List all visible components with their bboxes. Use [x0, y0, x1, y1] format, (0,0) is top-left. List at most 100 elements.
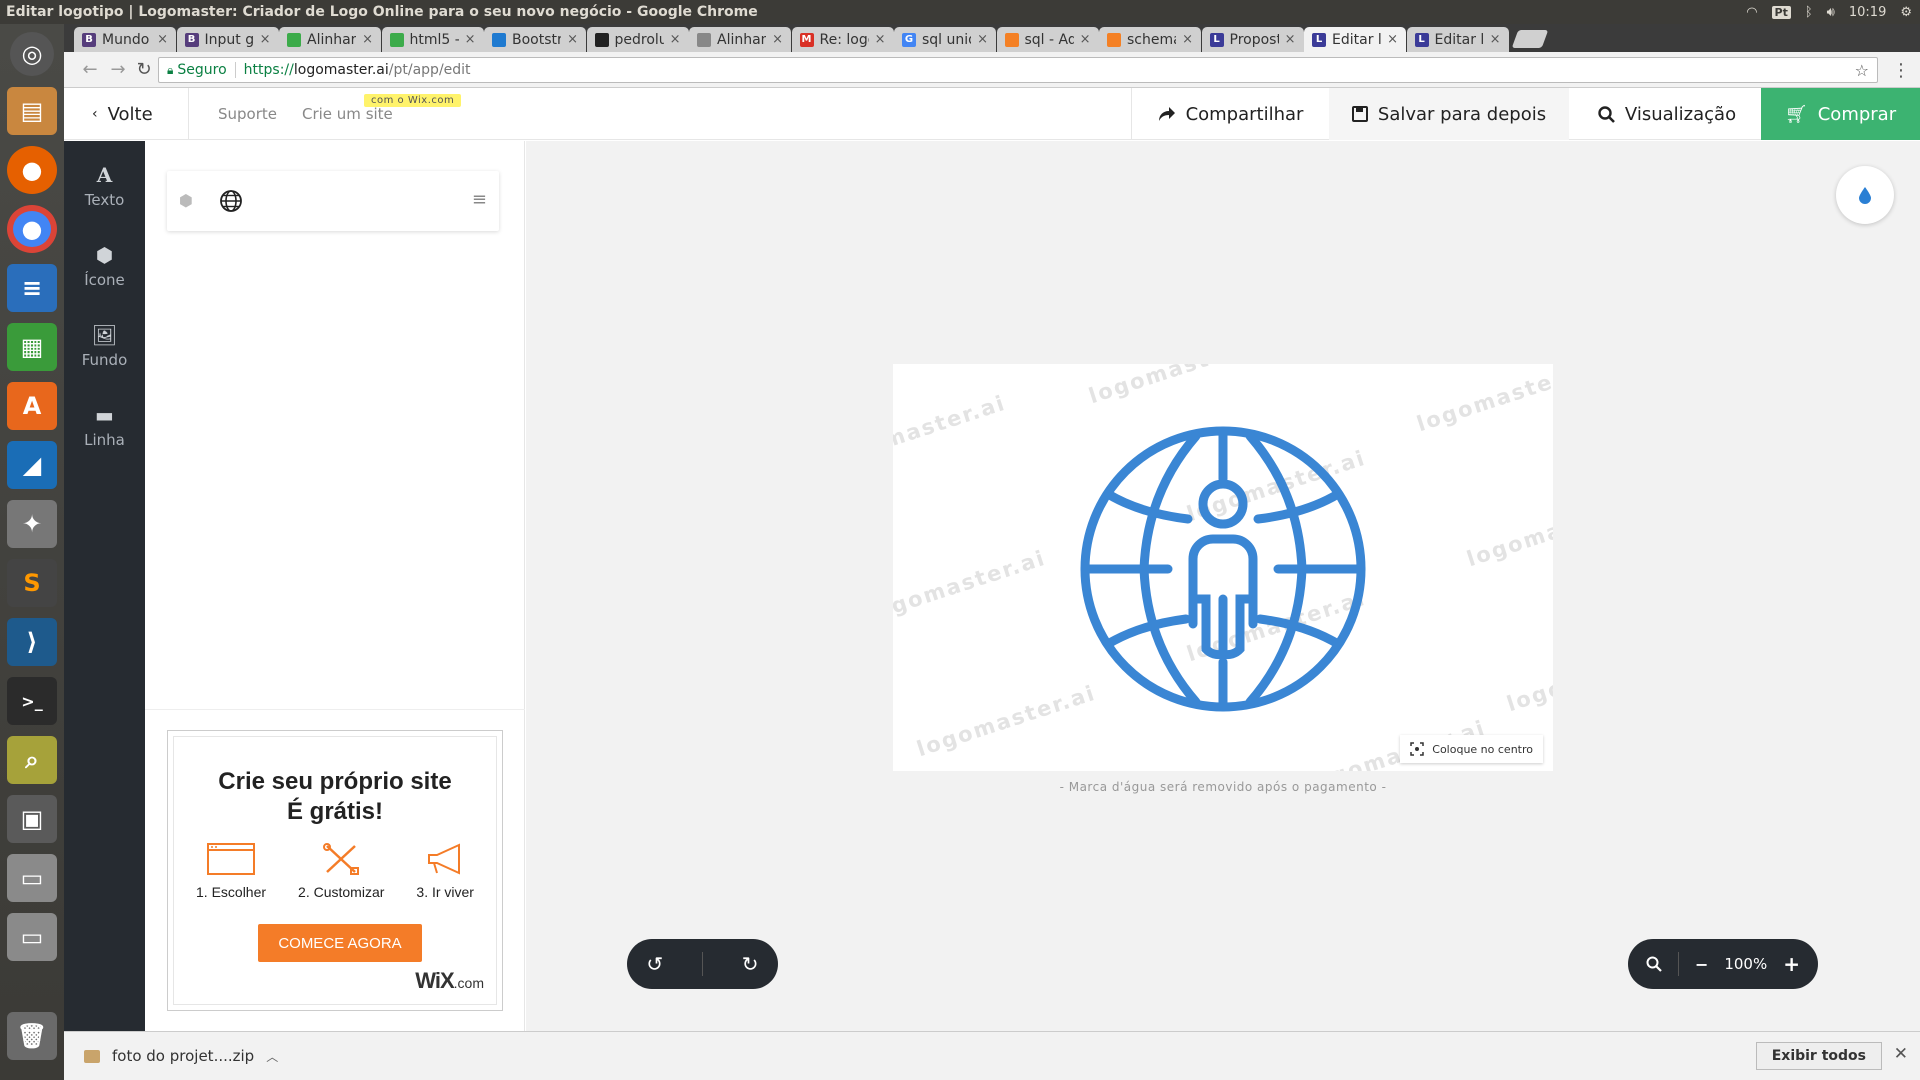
- download-item[interactable]: foto do projet....zip ︿: [84, 1032, 278, 1080]
- start-now-button[interactable]: COMECE AGORA: [258, 924, 422, 962]
- share-button[interactable]: Compartilhar: [1131, 88, 1329, 140]
- globe-person-icon[interactable]: [219, 189, 243, 217]
- wifi-icon[interactable]: ◠: [1746, 5, 1757, 20]
- tab-close-icon[interactable]: ×: [1490, 32, 1501, 47]
- tab-4[interactable]: html5 - C ×: [381, 27, 484, 52]
- tab-close-icon[interactable]: ×: [465, 32, 476, 47]
- watermark: logomaster.ai: [893, 390, 1009, 472]
- tool-icon[interactable]: ⬢ Ícone: [64, 243, 145, 289]
- tab-close-icon[interactable]: ×: [260, 32, 271, 47]
- chrome-menu-icon[interactable]: ⋮: [1892, 60, 1910, 81]
- chrome-icon[interactable]: ●: [7, 205, 57, 253]
- watermark: logomaster.ai: [913, 680, 1099, 762]
- writer-icon[interactable]: ≡: [7, 264, 57, 312]
- tab-label: Editar log: [1434, 31, 1484, 48]
- forward-arrow-icon[interactable]: →: [104, 59, 132, 80]
- tab-11[interactable]: schema b ×: [1099, 27, 1201, 52]
- image-viewer-icon[interactable]: ⌕: [7, 736, 57, 784]
- clock[interactable]: 10:19: [1849, 5, 1886, 20]
- tab-close-icon[interactable]: ×: [362, 32, 373, 47]
- wix-ad-banner[interactable]: Crie seu próprio site É grátis! 1. Escol…: [167, 730, 503, 1011]
- tab-9[interactable]: Gsql uniqu ×: [894, 27, 996, 52]
- show-all-button[interactable]: Exibir todos: [1755, 1042, 1882, 1070]
- tab-close-icon[interactable]: ×: [1285, 32, 1296, 47]
- tab-close-icon[interactable]: ×: [670, 32, 681, 47]
- tab-label: Mundo A: [102, 31, 151, 48]
- workspace-switcher-icon[interactable]: ▣: [7, 795, 57, 843]
- redo-icon[interactable]: ↻: [742, 952, 759, 976]
- trash-icon[interactable]: 🗑︎: [7, 1012, 57, 1060]
- editor-canvas[interactable]: logomaster.ai logomaster.ai logomaster.a…: [526, 141, 1920, 1031]
- calc-icon[interactable]: ▦: [7, 323, 57, 371]
- tab-6[interactable]: pedroluc ×: [586, 27, 689, 52]
- ubuntu-dash-icon[interactable]: ◎: [10, 32, 54, 76]
- tool-background[interactable]: 🖼︎ Fundo: [64, 323, 145, 369]
- zoom-out-icon[interactable]: −: [1695, 955, 1708, 974]
- zoom-search-icon[interactable]: [1646, 956, 1662, 972]
- tab-8[interactable]: M Re: logon ×: [791, 27, 894, 52]
- reload-icon[interactable]: ↻: [130, 59, 158, 80]
- tab-close-icon[interactable]: ×: [772, 32, 783, 47]
- tab-close-icon[interactable]: ×: [157, 32, 168, 47]
- bookmark-star-icon[interactable]: ☆: [1855, 61, 1869, 80]
- center-button[interactable]: Coloque no centro: [1400, 735, 1543, 763]
- vscode-icon[interactable]: ⟩: [7, 618, 57, 666]
- tab-close-icon[interactable]: ×: [977, 32, 988, 47]
- tab-2[interactable]: B Input gro ×: [176, 27, 279, 52]
- tool-line[interactable]: ▬ Linha: [64, 403, 145, 449]
- undo-icon[interactable]: ↺: [646, 952, 663, 976]
- chevron-left-icon: ‹: [92, 106, 98, 122]
- hamburger-menu-icon[interactable]: ≡: [472, 189, 487, 210]
- cube-icon[interactable]: ⬢: [179, 191, 193, 210]
- tab-close-icon[interactable]: ×: [1182, 32, 1193, 47]
- logo-artboard[interactable]: logomaster.ai logomaster.ai logomaster.a…: [893, 364, 1553, 771]
- sublime-text-icon[interactable]: S: [7, 559, 57, 607]
- tab-close-icon[interactable]: ×: [1080, 32, 1091, 47]
- preview-button[interactable]: Visualização: [1569, 88, 1765, 140]
- tab-close-icon[interactable]: ×: [567, 32, 578, 47]
- save-for-later-button[interactable]: Salvar para depois: [1329, 88, 1569, 140]
- color-picker-button[interactable]: [1836, 166, 1894, 224]
- watermark-note: - Marca d'água será removido após o paga…: [1059, 780, 1387, 794]
- tab-3[interactable]: Alinhar b ×: [279, 27, 381, 52]
- zoom-in-icon[interactable]: +: [1783, 952, 1800, 976]
- settings-gear-icon[interactable]: ⚙: [1900, 5, 1912, 20]
- megaphone-icon: [428, 843, 461, 875]
- buy-button[interactable]: 🛒︎ Comprar: [1761, 88, 1920, 140]
- system-settings-icon[interactable]: ✦: [7, 500, 57, 548]
- terminal-icon[interactable]: >_: [7, 677, 57, 725]
- chevron-up-icon[interactable]: ︿: [266, 1048, 278, 1065]
- ad-step-go-live: 3. Ir viver: [416, 842, 474, 900]
- tab-7[interactable]: Alinhame ×: [689, 27, 791, 52]
- new-tab-button[interactable]: [1511, 30, 1549, 48]
- files-app-icon[interactable]: ▤: [7, 87, 57, 135]
- tab-13[interactable]: L Editar log ×: [1304, 27, 1406, 52]
- volume-icon[interactable]: 🔊︎: [1827, 5, 1835, 20]
- drive-2-icon[interactable]: ▭: [7, 913, 57, 961]
- back-arrow-icon[interactable]: ←: [76, 59, 104, 80]
- wireshark-icon[interactable]: ◢: [7, 441, 57, 489]
- software-center-icon[interactable]: A: [7, 382, 57, 430]
- back-button[interactable]: ‹ Volte: [92, 88, 153, 140]
- firefox-icon[interactable]: ●: [7, 146, 57, 194]
- tab-close-icon[interactable]: ×: [875, 32, 886, 47]
- tab-1[interactable]: B Mundo A ×: [74, 27, 176, 52]
- tool-text[interactable]: A Texto: [64, 163, 145, 209]
- url-input[interactable]: 🔒︎ Seguro https://logomaster.ai/pt/app/e…: [158, 57, 1878, 83]
- tab-12[interactable]: L Proposta ×: [1201, 27, 1304, 52]
- tab-label: pedroluc: [614, 31, 664, 48]
- bluetooth-icon[interactable]: ᛒ: [1805, 5, 1813, 20]
- os-top-bar: Editar logotipo | Logomaster: Criador de…: [0, 0, 1920, 24]
- tab-close-icon[interactable]: ×: [1387, 32, 1398, 47]
- watermark: logomaster.ai: [1463, 490, 1553, 572]
- close-icon[interactable]: ✕: [1894, 1044, 1908, 1064]
- globe-person-logo-icon[interactable]: [1078, 424, 1368, 714]
- watermark: logomaster.ai: [1503, 635, 1553, 717]
- tab-5[interactable]: Bootstra ×: [484, 27, 586, 52]
- support-link[interactable]: Suporte: [218, 88, 277, 140]
- drive-icon[interactable]: ▭: [7, 854, 57, 902]
- floppy-disk-icon: [1351, 106, 1368, 122]
- keyboard-layout-indicator[interactable]: Pt: [1771, 5, 1791, 19]
- tab-10[interactable]: sql - Add ×: [996, 27, 1099, 52]
- tab-14[interactable]: L Editar log ×: [1406, 27, 1509, 52]
